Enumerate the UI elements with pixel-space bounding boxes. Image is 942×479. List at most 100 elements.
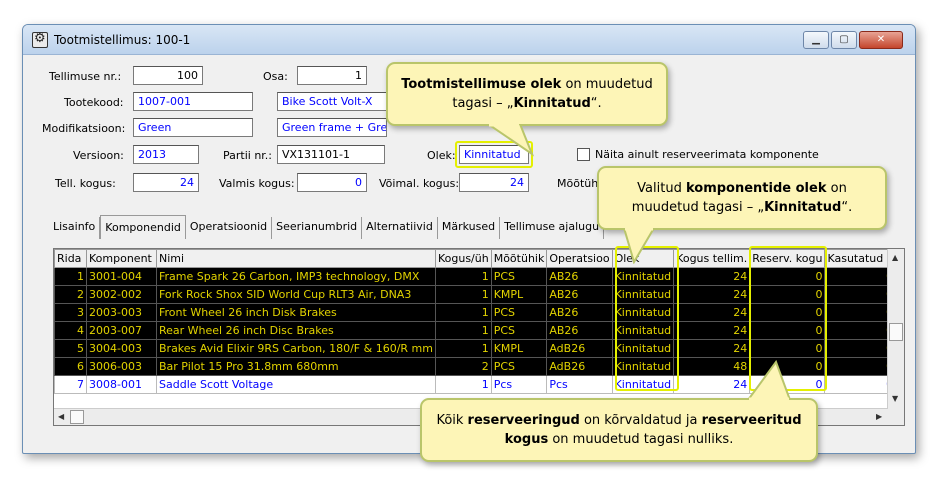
table-cell[interactable]: 24 [673,375,751,394]
table-cell[interactable]: 24 [673,285,751,304]
table-cell[interactable]: 0 [824,321,897,340]
scroll-down-icon[interactable]: ▼ [892,394,898,403]
table-cell[interactable]: AB26 [546,285,613,304]
table-cell[interactable]: 0 [824,339,897,358]
product-name-field[interactable]: Bike Scott Volt-X [277,92,387,111]
table-cell[interactable]: KMPL [490,339,548,358]
scroll-left-icon[interactable]: ◀ [58,412,64,421]
grid-header-cell[interactable]: Kogus tellim. [673,249,751,268]
table-cell[interactable]: 24 [673,303,751,322]
order-no-field[interactable]: 100 [133,66,203,85]
table-cell[interactable]: 2 [54,285,87,304]
maximize-button[interactable]: ▢ [831,31,857,49]
table-cell[interactable]: 2003-003 [86,303,157,322]
table-cell[interactable]: AdB26 [546,357,613,376]
modification-name-field[interactable]: Green frame + Green fork [277,118,387,137]
product-code-field[interactable]: 1007-001 [133,92,253,111]
table-cell[interactable]: 3 [54,303,87,322]
lot-no-field[interactable]: VX131101-1 [277,145,385,164]
table-cell[interactable]: 1 [434,285,492,304]
table-cell[interactable]: 1 [434,267,492,286]
tab-tellimuse-ajalugu[interactable]: Tellimuse ajalugu [500,217,605,239]
table-cell[interactable]: Frame Spark 26 Carbon, IMP3 technology, … [156,267,436,286]
table-cell[interactable]: Rear Wheel 26 inch Disc Brakes [156,321,436,340]
callout3-text1: on kõrvaldatud ja [579,413,702,428]
table-cell[interactable]: 4 [54,321,87,340]
table-cell[interactable]: Pcs [546,375,613,394]
table-cell[interactable]: 3004-003 [86,339,157,358]
table-cell[interactable]: Front Wheel 26 inch Disk Brakes [156,303,436,322]
close-button[interactable]: ✕ [859,31,903,49]
table-cell[interactable]: 0 [824,303,897,322]
tab-komponendid[interactable]: Komponendid [100,215,186,239]
table-cell[interactable]: 24 [673,267,751,286]
table-cell[interactable]: 5 [54,339,87,358]
table-cell[interactable]: PCS [490,357,548,376]
scroll-up-icon[interactable]: ▲ [892,253,898,262]
table-cell[interactable]: 6 [54,357,87,376]
callout3-text2: on muudetud tagasi nulliks. [548,432,734,447]
part-field[interactable]: 1 [297,66,367,85]
minimize-button[interactable]: ▁ [803,31,829,49]
table-cell[interactable]: 0 [824,357,897,376]
table-cell[interactable]: Bar Pilot 15 Pro 31.8mm 680mm [156,357,436,376]
version-field[interactable]: 2013 [133,145,199,164]
table-cell[interactable]: 3006-003 [86,357,157,376]
scroll-right-icon[interactable]: ▶ [876,412,882,421]
table-cell[interactable]: 3002-002 [86,285,157,304]
modification-field[interactable]: Green [133,118,253,137]
app-icon [32,31,48,48]
callout2-pointer [622,228,656,264]
ready-qty-label: Valmis kogus: [219,177,295,190]
table-cell[interactable]: 0 [824,267,897,286]
title-bar[interactable]: Tootmistellimus: 100-1 ▁ ▢ ✕ [23,25,915,55]
table-cell[interactable]: AB26 [546,267,613,286]
vertical-scrollbar[interactable]: ▲ ▼ [887,249,904,425]
callout1-pointer [486,124,535,157]
table-cell[interactable]: PCS [490,303,548,322]
table-cell[interactable]: PCS [490,321,548,340]
table-cell[interactable]: 1 [434,321,492,340]
table-cell[interactable]: 2 [434,357,492,376]
table-cell[interactable]: 24 [673,339,751,358]
table-cell[interactable]: PCS [490,267,548,286]
table-cell[interactable]: Fork Rock Shox SID World Cup RLT3 Air, D… [156,285,436,304]
ready-qty-field[interactable]: 0 [297,173,367,192]
table-cell[interactable]: 1 [434,339,492,358]
table-cell[interactable]: Brakes Avid Elixir 9RS Carbon, 180/F & 1… [156,339,436,358]
table-cell[interactable]: 2003-007 [86,321,157,340]
grid-header-cell[interactable]: Nimi [156,249,436,268]
table-cell[interactable]: 1 [54,267,87,286]
horizontal-scroll-thumb[interactable] [70,410,84,424]
table-cell[interactable]: AdB26 [546,339,613,358]
table-cell[interactable]: 0 [824,285,897,304]
table-cell[interactable]: AB26 [546,303,613,322]
table-cell[interactable]: 1 [434,303,492,322]
vertical-scroll-thumb[interactable] [889,323,903,341]
table-cell[interactable]: 1 [434,375,492,394]
order-qty-field[interactable]: 24 [133,173,199,192]
tab-alternatiivid[interactable]: Alternatiivid [362,217,438,239]
tab-lisainfo[interactable]: Lisainfo [49,217,101,239]
tab-markused[interactable]: Märkused [438,217,501,239]
possible-qty-field[interactable]: 24 [459,173,529,192]
table-cell[interactable]: Pcs [490,375,548,394]
table-cell[interactable]: 24 [673,321,751,340]
table-cell[interactable]: 0 [824,375,897,394]
table-cell[interactable]: 48 [673,357,751,376]
tab-operatsioonid[interactable]: Operatsioonid [186,217,273,239]
grid-header-cell[interactable]: Kogus/üh [434,249,492,268]
table-cell[interactable]: AB26 [546,321,613,340]
table-cell[interactable]: KMPL [490,285,548,304]
table-cell[interactable]: 7 [54,375,87,394]
table-cell[interactable]: 3008-001 [86,375,157,394]
unreserved-only-checkbox[interactable] [577,148,590,161]
grid-header-cell[interactable]: Kasutatud k [824,249,897,268]
grid-header-cell[interactable]: Mõõtühik [490,249,548,268]
grid-header-cell[interactable]: Rida [54,249,87,268]
table-cell[interactable]: 3001-004 [86,267,157,286]
tab-seerianumbrid[interactable]: Seerianumbrid [272,217,363,239]
grid-header-cell[interactable]: Komponent [86,249,157,268]
grid-header-cell[interactable]: Operatsioo [546,249,613,268]
table-cell[interactable]: Saddle Scott Voltage [156,375,436,394]
